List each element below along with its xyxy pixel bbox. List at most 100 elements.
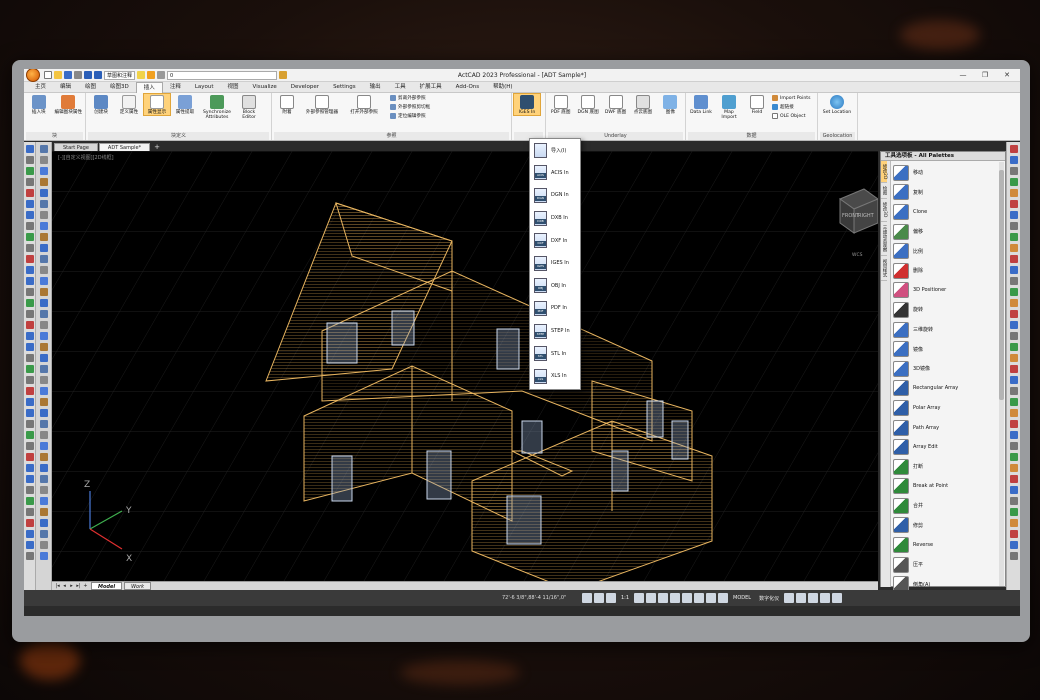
import-menu-item[interactable]: PDF PDF In (530, 297, 580, 320)
toolbar-tool-icon[interactable] (1009, 288, 1018, 296)
toolbar-tool-icon[interactable] (1009, 244, 1018, 252)
menu-tab-15[interactable]: 帮助(H) (486, 82, 519, 93)
hyperlink-button[interactable]: 超链接 (772, 103, 811, 111)
toolbar-tool-icon[interactable] (39, 431, 48, 439)
attr-display-button[interactable]: 属性显示 (143, 93, 171, 116)
toolbar-tool-icon[interactable] (39, 376, 48, 384)
grid-icon[interactable] (594, 593, 604, 603)
app-logo-icon[interactable] (26, 69, 40, 82)
redo-icon[interactable] (94, 71, 102, 79)
toolbar-tool-icon[interactable] (1009, 200, 1018, 208)
quick-props-icon[interactable] (718, 593, 729, 603)
toolbar-tool-icon[interactable] (1009, 222, 1018, 230)
toolbar-tool-icon[interactable] (39, 277, 48, 285)
toolbar-tool-icon[interactable] (39, 552, 48, 560)
edit-block-attr-button[interactable]: 编辑图块属性 (54, 94, 83, 115)
save-icon[interactable] (64, 71, 72, 79)
toolbar-tool-icon[interactable] (39, 354, 48, 362)
add-tab-icon[interactable]: + (151, 143, 163, 151)
palette-scroll-thumb[interactable] (999, 170, 1004, 400)
xref-manager-button[interactable]: 外部参照管理器 (302, 94, 342, 115)
toolbar-tool-icon[interactable] (1009, 145, 1018, 153)
toolbar-tool-icon[interactable] (25, 497, 34, 505)
menu-tab-6[interactable]: Layout (188, 82, 221, 93)
toolbar-tool-icon[interactable] (1009, 453, 1018, 461)
toolbar-tool-icon[interactable] (1009, 310, 1018, 318)
toolbar-tool-icon[interactable] (1009, 442, 1018, 450)
lock-icon[interactable] (157, 71, 166, 79)
import-menu-item[interactable]: 导入(I) (530, 139, 580, 162)
toolbar-tool-icon[interactable] (25, 387, 34, 395)
fullscreen-icon[interactable] (820, 593, 831, 603)
field-button[interactable]: Field (744, 94, 770, 115)
toolbar-tool-icon[interactable] (25, 343, 34, 351)
scale-label[interactable]: 1:1 (618, 595, 632, 601)
palette-side-tab[interactable]: 修改2D (881, 161, 887, 184)
drawing-viewport[interactable]: FRONT RIGHT WCS Z Y X [-][自定义视图][2D线框] (52, 151, 878, 581)
toolbar-tool-icon[interactable] (39, 255, 48, 263)
toolbar-tool-icon[interactable] (25, 464, 34, 472)
layer-icon[interactable] (279, 71, 288, 79)
toolbar-tool-icon[interactable] (25, 453, 34, 461)
toolbar-tool-icon[interactable] (25, 519, 34, 527)
edit-ref-button[interactable]: 定位编辑参照 (390, 112, 430, 120)
toolbar-tool-icon[interactable] (25, 310, 34, 318)
next-tab-icon[interactable]: ▸ (68, 583, 75, 589)
toolbar-tool-icon[interactable] (1009, 343, 1018, 351)
menu-tab-11[interactable]: 输出 (363, 82, 388, 93)
toolbar-tool-icon[interactable] (39, 167, 48, 175)
palette-tool-item[interactable]: Array Edit (893, 437, 997, 457)
toolbar-tool-icon[interactable] (25, 354, 34, 362)
toolbar-tool-icon[interactable] (1009, 387, 1018, 395)
minimize-button[interactable]: — (952, 69, 974, 82)
toolbar-tool-icon[interactable] (39, 145, 48, 153)
palette-tool-item[interactable]: 复制 (893, 183, 997, 203)
create-block-button[interactable]: 创建块 (88, 94, 114, 115)
image-underlay-button[interactable]: 图像 (658, 94, 683, 115)
toolbar-tool-icon[interactable] (39, 222, 48, 230)
toolbar-tool-icon[interactable] (39, 178, 48, 186)
sun-icon[interactable] (147, 71, 156, 79)
toolbar-tool-icon[interactable] (39, 453, 48, 461)
palette-tool-item[interactable]: 移动 (893, 163, 997, 183)
toolbar-tool-icon[interactable] (25, 475, 34, 483)
digitizer-toggle[interactable]: 数字化仪 (756, 595, 782, 602)
last-tab-icon[interactable]: ▸| (75, 583, 82, 589)
tab-start-page[interactable]: Start Page (54, 143, 98, 151)
print-icon[interactable] (74, 71, 82, 79)
toolbar-tool-icon[interactable] (25, 332, 34, 340)
menu-tab-3[interactable]: 绘图3D (103, 82, 136, 93)
toolbar-tool-icon[interactable] (39, 310, 48, 318)
toolbar-tool-icon[interactable] (1009, 398, 1018, 406)
palette-tool-item[interactable]: Path Array (893, 418, 997, 438)
toolbar-tool-icon[interactable] (39, 233, 48, 241)
toolbar-tool-icon[interactable] (25, 211, 34, 219)
selection-cycle-icon[interactable] (694, 593, 705, 603)
import-menu-item[interactable]: DXB DXB In (530, 207, 580, 230)
toolbar-tool-icon[interactable] (1009, 299, 1018, 307)
toolbar-tool-icon[interactable] (1009, 497, 1018, 505)
toolbar-tool-icon[interactable] (1009, 277, 1018, 285)
ole-object-button[interactable]: OLE Object (772, 112, 811, 120)
toolbar-tool-icon[interactable] (39, 541, 48, 549)
toolbar-tool-icon[interactable] (1009, 365, 1018, 373)
undo-icon[interactable] (84, 71, 92, 79)
toolbar-tool-icon[interactable] (25, 145, 34, 153)
import-menu-item[interactable]: STL STL In (530, 342, 580, 365)
palette-tool-item[interactable]: 打断 (893, 457, 997, 477)
toolbar-tool-icon[interactable] (25, 541, 34, 549)
toolbar-tool-icon[interactable] (39, 475, 48, 483)
toolbar-tool-icon[interactable] (1009, 475, 1018, 483)
palette-tool-item[interactable]: 压平 (893, 555, 997, 575)
palette-tool-item[interactable]: Polar Array (893, 398, 997, 418)
menu-tab-5[interactable]: 注释 (163, 82, 188, 93)
dgn-underlay-button[interactable]: DGN 底图 (575, 94, 600, 115)
workspace-combo[interactable]: 草图和注释 (104, 70, 136, 80)
palette-side-tab[interactable]: 三维动态观察 (881, 222, 887, 256)
lineweight-icon[interactable] (670, 593, 681, 603)
toolbar-tool-icon[interactable] (25, 552, 34, 560)
attach-button[interactable]: 附着 (274, 94, 300, 115)
toolbar-tool-icon[interactable] (25, 255, 34, 263)
first-tab-icon[interactable]: |◂ (54, 583, 61, 589)
toolbar-tool-icon[interactable] (1009, 541, 1018, 549)
